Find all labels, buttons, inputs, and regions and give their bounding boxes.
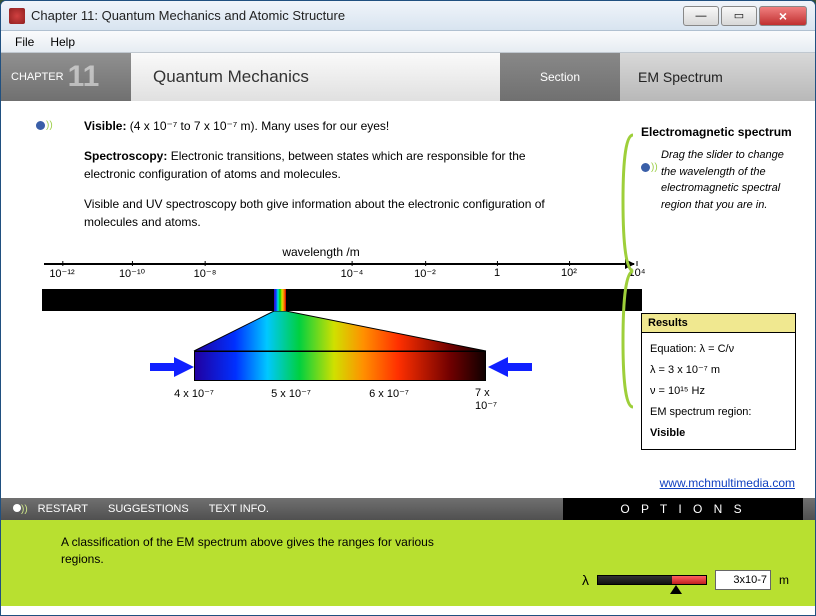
- website-link[interactable]: www.mchmultimedia.com: [660, 476, 795, 490]
- em-spectrum-title: Electromagnetic spectrum: [641, 125, 799, 139]
- detail-tick: 4 x 10⁻⁷: [174, 387, 214, 400]
- window-title: Chapter 11: Quantum Mechanics and Atomic…: [31, 8, 345, 23]
- tick: 10⁻¹²: [49, 267, 74, 280]
- maximize-button[interactable]: ▭: [721, 6, 757, 26]
- wavelength-slider-area: λ m: [582, 564, 789, 596]
- titlebar[interactable]: Chapter 11: Quantum Mechanics and Atomic…: [1, 1, 815, 31]
- options-label: O P T I O N S: [563, 498, 803, 520]
- section-label: Section: [500, 53, 620, 101]
- detail-ticks: 4 x 10⁻⁷ 5 x 10⁻⁷ 6 x 10⁻⁷ 7 x 10⁻⁷: [194, 383, 486, 403]
- visible-text: (4 x 10⁻⁷ to 7 x 10⁻⁷ m). Many uses for …: [126, 119, 389, 133]
- results-body: Equation: λ = C/ν λ = 3 x 10⁻⁷ m ν = 10¹…: [642, 333, 795, 449]
- chapter-tab: CHAPTER 11: [1, 53, 131, 101]
- results-lambda: λ = 3 x 10⁻⁷ m: [650, 360, 787, 381]
- spectrum-wedge: [42, 311, 642, 351]
- wavelength-input[interactable]: [715, 570, 771, 590]
- arrow-right-icon[interactable]: [488, 357, 532, 380]
- results-heading: Results: [642, 314, 795, 333]
- wedge-icon: [42, 311, 642, 351]
- wavelength-slider[interactable]: [597, 575, 707, 585]
- close-button[interactable]: ×: [759, 6, 807, 26]
- menu-help[interactable]: Help: [42, 33, 83, 51]
- restart-button[interactable]: RESTART: [38, 503, 88, 515]
- minimize-button[interactable]: —: [683, 6, 719, 26]
- tick: 1: [494, 267, 500, 279]
- results-equation: Equation: λ = C/ν: [650, 339, 787, 360]
- slider-thumb-icon[interactable]: [670, 585, 682, 594]
- link-row: www.mchmultimedia.com: [660, 476, 795, 490]
- em-instruction: Drag the slider to change the wavelength…: [661, 147, 799, 213]
- results-box: Results Equation: λ = C/ν λ = 3 x 10⁻⁷ m…: [641, 313, 796, 450]
- detail-tick: 5 x 10⁻⁷: [271, 387, 311, 400]
- tick: 10²: [561, 267, 577, 279]
- menu-file[interactable]: File: [7, 33, 42, 51]
- visible-label: Visible:: [84, 119, 126, 133]
- content-area: )) Visible: (4 x 10⁻⁷ to 7 x 10⁻⁷ m). Ma…: [1, 101, 815, 498]
- chapter-title: Quantum Mechanics: [131, 53, 500, 101]
- chapter-word: CHAPTER: [11, 71, 64, 83]
- results-region-label: EM spectrum region:: [650, 402, 787, 423]
- spectrum-bar: Visible: [42, 289, 642, 311]
- spectroscopy-label: Spectroscopy:: [84, 149, 167, 163]
- results-region-value: Visible: [650, 423, 787, 444]
- speaker-icon[interactable]: )): [641, 161, 657, 175]
- app-window: Chapter 11: Quantum Mechanics and Atomic…: [0, 0, 816, 616]
- brace-icon: [621, 131, 635, 411]
- visible-spectrum-detail[interactable]: [194, 351, 486, 381]
- visible-slit: [274, 289, 286, 311]
- textinfo-button[interactable]: TEXT INFO.: [209, 503, 269, 515]
- menubar: File Help: [1, 31, 815, 53]
- suggestions-button[interactable]: SUGGESTIONS: [108, 503, 189, 515]
- speaker-icon[interactable]: )): [36, 119, 52, 133]
- tick: 10⁻²: [414, 267, 436, 280]
- detail-tick: 6 x 10⁻⁷: [369, 387, 409, 400]
- slider-fill: [672, 576, 706, 584]
- lambda-symbol: λ: [582, 572, 589, 588]
- status-bar: A classification of the EM spectrum abov…: [1, 520, 815, 606]
- detail-tick: 7 x 10⁻⁷: [475, 387, 497, 412]
- window-controls: — ▭ ×: [683, 6, 807, 26]
- tick: 10⁻⁸: [194, 267, 217, 280]
- axis-label: wavelength /m: [41, 245, 601, 259]
- bottom-bar: )) RESTART SUGGESTIONS TEXT INFO. O P T …: [1, 498, 815, 520]
- tick: 10⁻¹⁰: [119, 267, 145, 280]
- right-panel: Electromagnetic spectrum )) Drag the sli…: [641, 125, 799, 450]
- section-name: EM Spectrum: [620, 53, 815, 101]
- app-icon: [9, 8, 25, 24]
- axis-ticks: 10⁻¹² 10⁻¹⁰ 10⁻⁸ 10⁻⁴ 10⁻² 1 10² 10⁴: [42, 267, 642, 289]
- spectroscopy-paragraph: Spectroscopy: Electronic transitions, be…: [84, 147, 574, 183]
- speaker-icon[interactable]: )): [13, 503, 28, 515]
- wavelength-unit: m: [779, 573, 789, 587]
- status-text: A classification of the EM spectrum abov…: [61, 534, 461, 596]
- spectroscopy-sub: Visible and UV spectroscopy both give in…: [84, 195, 574, 231]
- arrow-left-icon[interactable]: [150, 357, 194, 380]
- chapter-header: CHAPTER 11 Quantum Mechanics Section EM …: [1, 53, 815, 101]
- tick: 10⁻⁴: [341, 267, 364, 280]
- results-nu: ν = 10¹⁵ Hz: [650, 381, 787, 402]
- chapter-number: 11: [68, 60, 100, 94]
